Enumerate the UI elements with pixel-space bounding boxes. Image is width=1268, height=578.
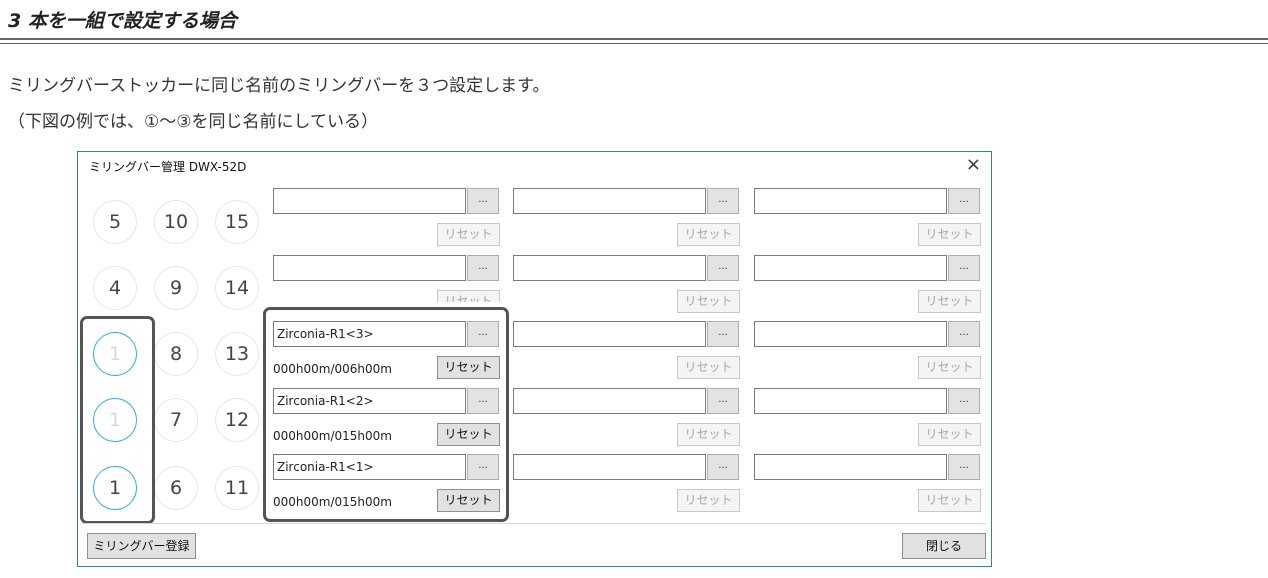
heading-rule-thin <box>0 43 1268 44</box>
footer-separator <box>83 523 986 524</box>
bar-name-field-r5c2[interactable] <box>513 454 706 480</box>
stocker-slot-9[interactable]: 9 <box>154 266 198 310</box>
reset-button-r2c1[interactable]: リセット <box>437 290 500 302</box>
reset-button-r3c3[interactable]: リセット <box>918 356 981 379</box>
highlight-slots-1-3 <box>80 316 155 524</box>
bar-name-field-r2c2[interactable] <box>513 255 706 281</box>
reset-button-r4c3[interactable]: リセット <box>918 423 981 446</box>
reset-button-r4c2[interactable]: リセット <box>677 423 740 446</box>
reset-button-r2c2[interactable]: リセット <box>677 290 740 313</box>
browse-button-r4c3[interactable]: ... <box>948 388 980 414</box>
close-icon[interactable]: × <box>966 154 981 175</box>
bar-name-field-r1c3[interactable] <box>754 188 947 214</box>
bar-name-field-r4c2[interactable] <box>513 388 706 414</box>
window-title: ミリングバー管理 DWX-52D <box>89 160 247 174</box>
browse-button-r2c2[interactable]: ... <box>707 255 739 281</box>
reset-button-r1c1[interactable]: リセット <box>437 223 500 246</box>
milling-bar-management-window: ミリングバー管理 DWX-52D × 5 10 15 4 9 14 1 8 13… <box>77 151 992 567</box>
reset-button-r3c2[interactable]: リセット <box>677 356 740 379</box>
stocker-slot-11[interactable]: 11 <box>215 466 259 510</box>
bar-name-field-r4c3[interactable] <box>754 388 947 414</box>
browse-button-r2c3[interactable]: ... <box>948 255 980 281</box>
browse-button-r1c2[interactable]: ... <box>707 188 739 214</box>
browse-button-r1c3[interactable]: ... <box>948 188 980 214</box>
stocker-slot-6[interactable]: 6 <box>154 466 198 510</box>
browse-button-r2c1[interactable]: ... <box>467 255 499 281</box>
section-heading: 3 本を一組で設定する場合 <box>8 10 237 32</box>
stocker-slot-10[interactable]: 10 <box>154 200 198 244</box>
browse-button-r3c2[interactable]: ... <box>707 321 739 347</box>
browse-button-r5c3[interactable]: ... <box>948 454 980 480</box>
stocker-slot-15[interactable]: 15 <box>215 200 259 244</box>
reset-button-r1c3[interactable]: リセット <box>918 223 981 246</box>
stocker-slot-7[interactable]: 7 <box>154 398 198 442</box>
stocker-slot-12[interactable]: 12 <box>215 398 259 442</box>
heading-rule <box>0 38 1268 40</box>
reset-button-r5c3[interactable]: リセット <box>918 489 981 512</box>
reset-button-r5c2[interactable]: リセット <box>677 489 740 512</box>
reset-button-r1c2[interactable]: リセット <box>677 223 740 246</box>
close-button[interactable]: 閉じる <box>902 533 986 559</box>
reset-button-r2c3[interactable]: リセット <box>918 290 981 313</box>
browse-button-r1c1[interactable]: ... <box>467 188 499 214</box>
stocker-slot-5[interactable]: 5 <box>93 200 137 244</box>
stocker-slot-8[interactable]: 8 <box>154 332 198 376</box>
bar-name-field-r5c3[interactable] <box>754 454 947 480</box>
description-text: ミリングバーストッカーに同じ名前のミリングバーを３つ設定します。 <box>8 76 550 96</box>
stocker-slot-14[interactable]: 14 <box>215 266 259 310</box>
browse-button-r3c3[interactable]: ... <box>948 321 980 347</box>
stocker-slot-4[interactable]: 4 <box>93 266 137 310</box>
bar-name-field-r3c3[interactable] <box>754 321 947 347</box>
bar-name-field-r1c1[interactable] <box>273 188 466 214</box>
example-note-text: （下図の例では、①〜③を同じ名前にしている） <box>8 112 378 132</box>
browse-button-r4c2[interactable]: ... <box>707 388 739 414</box>
browse-button-r5c2[interactable]: ... <box>707 454 739 480</box>
bar-name-field-r1c2[interactable] <box>513 188 706 214</box>
bar-name-field-r2c3[interactable] <box>754 255 947 281</box>
register-milling-bar-button[interactable]: ミリングバー登録 <box>87 533 196 559</box>
highlight-bar-fields <box>263 307 509 522</box>
bar-name-field-r2c1[interactable] <box>273 255 466 281</box>
bar-name-field-r3c2[interactable] <box>513 321 706 347</box>
stocker-slot-13[interactable]: 13 <box>215 332 259 376</box>
